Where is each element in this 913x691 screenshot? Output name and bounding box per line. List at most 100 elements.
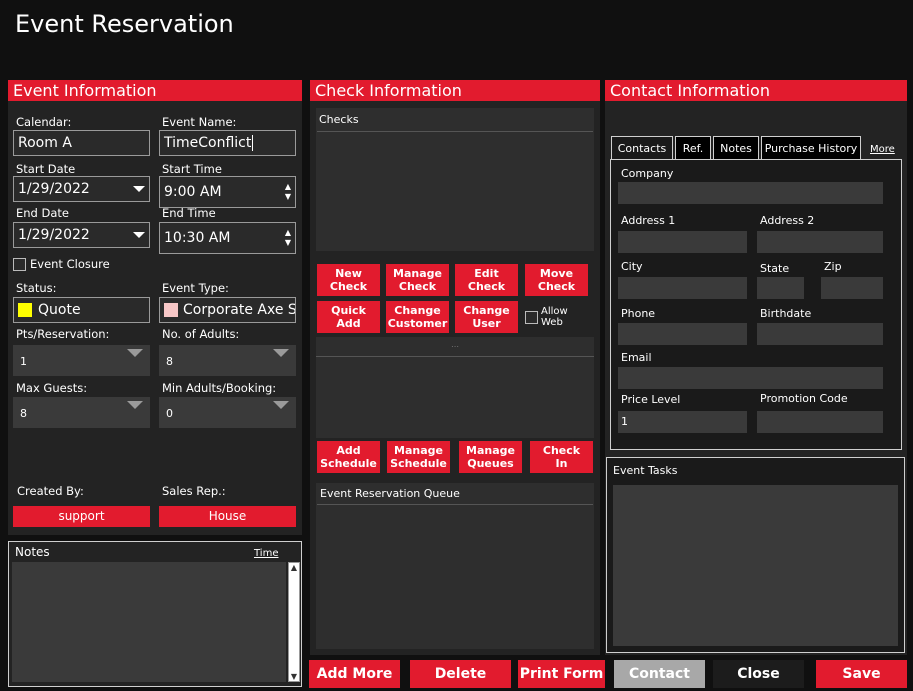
manage-check-button[interactable]: Manage Check — [386, 264, 449, 296]
notes-time-link[interactable]: Time — [254, 548, 278, 559]
email-field[interactable] — [618, 367, 883, 389]
tab-contacts[interactable]: Contacts — [611, 136, 673, 160]
spinner-arrows-icon[interactable]: ▲ ▼ — [285, 228, 291, 248]
event-tasks-panel: Event Tasks — [606, 457, 905, 653]
end-time-spinner[interactable]: 10:30 AM ▲ ▼ — [159, 222, 296, 254]
end-time-value: 10:30 AM — [164, 230, 231, 246]
birthdate-field[interactable] — [757, 323, 883, 345]
more-link[interactable]: More — [870, 144, 895, 155]
start-date-picker[interactable]: 1/29/2022 — [13, 176, 150, 202]
save-button[interactable]: Save — [816, 660, 907, 688]
new-check-button[interactable]: New Check — [317, 264, 380, 296]
calendar-field[interactable]: Room A — [13, 130, 150, 156]
allow-web-checkbox[interactable] — [525, 310, 538, 324]
price-level-field[interactable]: 1 — [618, 411, 747, 433]
start-time-label: Start Time — [162, 162, 222, 176]
calendar-label: Calendar: — [16, 115, 72, 129]
event-tasks-list[interactable] — [613, 485, 898, 646]
change-customer-button[interactable]: Change Customer — [386, 301, 449, 333]
no-of-adults-dropdown[interactable]: 8 — [159, 345, 296, 376]
window-title: Event Reservation — [15, 10, 234, 38]
price-level-value: 1 — [621, 415, 628, 428]
start-date-value: 1/29/2022 — [18, 181, 90, 197]
change-user-button[interactable]: Change User — [455, 301, 518, 333]
event-closure-checkbox[interactable] — [13, 257, 26, 271]
event-closure-label: Event Closure — [30, 257, 110, 271]
check-in-button[interactable]: Check In — [530, 441, 593, 473]
edit-check-button[interactable]: Edit Check — [455, 264, 518, 296]
pts-reservation-dropdown[interactable]: 1 — [13, 345, 150, 376]
min-adults-dropdown[interactable]: 0 — [159, 397, 296, 428]
dropdown-arrow-icon[interactable] — [127, 349, 143, 357]
promotion-code-field[interactable] — [757, 411, 883, 433]
dropdown-arrow-icon[interactable] — [273, 401, 289, 409]
status-select[interactable]: Quote — [13, 297, 150, 323]
queue-divider — [317, 504, 593, 505]
contact-button[interactable]: Contact — [614, 660, 705, 688]
event-name-value: TimeConflict — [164, 135, 252, 151]
notes-panel: Notes Time ▲ ▼ — [8, 541, 302, 687]
manage-schedule-button[interactable]: Manage Schedule — [387, 441, 450, 473]
dropdown-arrow-icon[interactable] — [127, 401, 143, 409]
zip-field[interactable] — [821, 277, 883, 299]
notes-scrollbar[interactable]: ▲ ▼ — [288, 562, 300, 682]
event-reservation-queue-list[interactable]: Event Reservation Queue — [316, 483, 594, 649]
start-time-value: 9:00 AM — [164, 184, 222, 200]
event-type-color-swatch — [164, 303, 178, 317]
phone-field[interactable] — [618, 323, 747, 345]
phone-label: Phone — [621, 307, 656, 320]
allow-web-label: Allow Web — [541, 306, 568, 328]
end-date-value: 1/29/2022 — [18, 227, 90, 243]
state-label: State — [760, 262, 790, 275]
address2-field[interactable] — [757, 231, 883, 253]
end-date-picker[interactable]: 1/29/2022 — [13, 222, 150, 248]
dropdown-arrow-icon[interactable] — [273, 349, 289, 357]
manage-queues-button[interactable]: Manage Queues — [459, 441, 522, 473]
quick-add-button[interactable]: Quick Add — [317, 301, 380, 333]
notes-textarea[interactable] — [12, 562, 286, 682]
start-date-label: Start Date — [16, 162, 76, 176]
text-cursor — [252, 135, 254, 151]
max-guests-value: 8 — [20, 407, 27, 420]
move-check-button[interactable]: Move Check — [525, 264, 588, 296]
scroll-down-icon[interactable]: ▼ — [289, 672, 299, 681]
close-button[interactable]: Close — [713, 660, 804, 688]
delete-button[interactable]: Delete — [410, 660, 511, 688]
address2-label: Address 2 — [760, 214, 815, 227]
event-type-label: Event Type: — [162, 281, 229, 295]
event-closure-checkbox-row[interactable]: Event Closure — [13, 257, 110, 271]
schedule-list[interactable]: ⋯ — [316, 337, 594, 438]
address1-field[interactable] — [618, 231, 747, 253]
spinner-arrows-icon[interactable]: ▲ ▼ — [285, 182, 291, 202]
end-date-label: End Date — [16, 206, 69, 220]
start-time-spinner[interactable]: 9:00 AM ▲ ▼ — [159, 176, 296, 208]
scroll-up-icon[interactable]: ▲ — [289, 563, 299, 572]
dropdown-arrow-icon[interactable] — [133, 186, 145, 192]
tab-ref[interactable]: Ref. — [675, 136, 711, 160]
add-more-button[interactable]: Add More — [309, 660, 400, 688]
allow-web-checkbox-row[interactable]: Allow Web — [525, 306, 568, 328]
splitter-handle-icon[interactable]: ⋯ — [316, 337, 594, 357]
event-info-header: Event Information — [8, 80, 302, 101]
tab-purchase-history[interactable]: Purchase History — [761, 136, 861, 160]
dropdown-arrow-icon[interactable] — [133, 232, 145, 238]
city-label: City — [621, 260, 643, 273]
print-form-button[interactable]: Print Form — [518, 660, 605, 688]
event-name-label: Event Name: — [162, 115, 237, 129]
city-field[interactable] — [618, 277, 747, 299]
event-type-select[interactable]: Corporate Axe S... — [159, 297, 296, 323]
checks-list[interactable]: Checks — [316, 108, 594, 251]
checks-divider — [317, 131, 593, 132]
contact-info-header: Contact Information — [605, 80, 907, 101]
created-by-button[interactable]: support — [13, 506, 150, 527]
event-type-value: Corporate Axe S... — [183, 302, 296, 318]
sales-rep-button[interactable]: House — [159, 506, 296, 527]
add-schedule-button[interactable]: Add Schedule — [317, 441, 380, 473]
sales-rep-label: Sales Rep.: — [162, 484, 226, 498]
company-field[interactable] — [618, 182, 883, 204]
max-guests-dropdown[interactable]: 8 — [13, 397, 150, 428]
event-name-input[interactable]: TimeConflict — [159, 130, 296, 156]
checks-label: Checks — [319, 113, 359, 126]
state-field[interactable] — [757, 277, 804, 299]
tab-notes[interactable]: Notes — [713, 136, 759, 160]
